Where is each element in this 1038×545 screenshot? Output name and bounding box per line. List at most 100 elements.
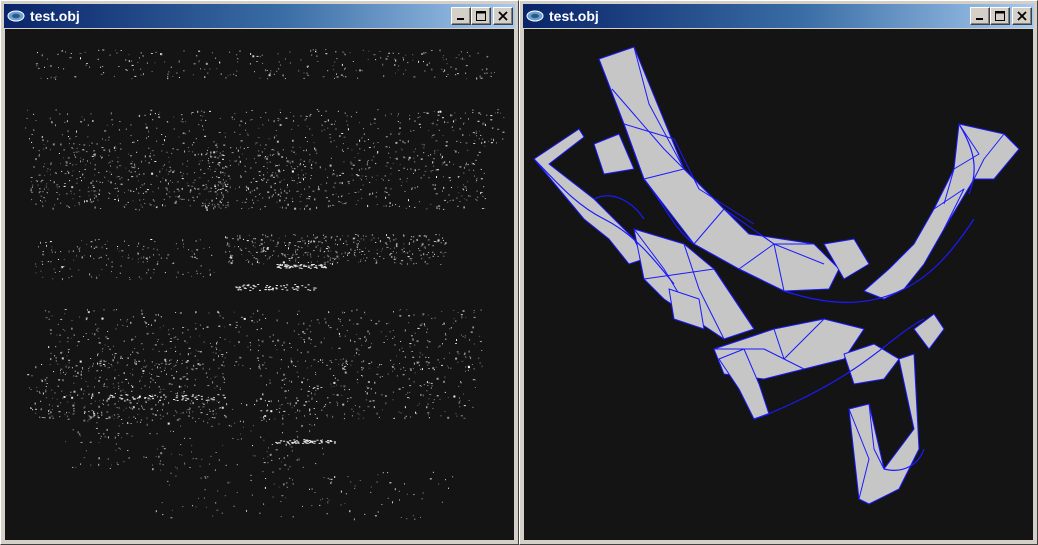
maximize-button[interactable] bbox=[471, 7, 491, 25]
point bbox=[95, 190, 97, 192]
point bbox=[69, 138, 71, 140]
point bbox=[145, 126, 148, 129]
point bbox=[214, 205, 216, 207]
point bbox=[329, 360, 332, 362]
point bbox=[439, 49, 441, 52]
point bbox=[169, 196, 171, 198]
point bbox=[318, 241, 320, 243]
point bbox=[221, 364, 223, 366]
point bbox=[67, 113, 68, 115]
point bbox=[352, 164, 355, 166]
point bbox=[218, 325, 221, 327]
point bbox=[421, 354, 423, 356]
point bbox=[426, 381, 428, 384]
point bbox=[370, 486, 372, 488]
point bbox=[324, 236, 327, 238]
point bbox=[426, 406, 428, 409]
point bbox=[149, 398, 152, 400]
point bbox=[146, 365, 148, 367]
point bbox=[209, 273, 211, 276]
right-titlebar[interactable]: test.obj bbox=[523, 4, 1034, 28]
point bbox=[258, 171, 261, 173]
point bbox=[87, 339, 89, 340]
point bbox=[56, 334, 58, 336]
minimize-button[interactable] bbox=[970, 7, 990, 25]
point bbox=[351, 415, 353, 417]
point bbox=[430, 154, 432, 156]
point bbox=[167, 78, 169, 80]
point bbox=[63, 259, 65, 261]
point bbox=[102, 49, 105, 51]
point bbox=[157, 262, 159, 265]
wireframe-viewport[interactable] bbox=[524, 29, 1033, 540]
point bbox=[409, 391, 411, 393]
point bbox=[117, 246, 119, 247]
point bbox=[151, 324, 152, 326]
point-cloud-viewport[interactable] bbox=[5, 29, 514, 540]
point bbox=[111, 415, 113, 417]
point bbox=[411, 236, 413, 238]
point bbox=[58, 194, 60, 196]
point bbox=[492, 127, 494, 129]
point bbox=[479, 341, 482, 342]
point bbox=[189, 412, 190, 414]
point bbox=[160, 371, 162, 373]
point bbox=[48, 311, 50, 313]
point bbox=[178, 418, 181, 420]
left-titlebar[interactable]: test.obj bbox=[4, 4, 515, 28]
close-button[interactable] bbox=[1012, 7, 1032, 25]
point bbox=[158, 116, 161, 118]
point bbox=[463, 166, 465, 169]
point bbox=[44, 174, 46, 176]
point bbox=[40, 195, 42, 197]
point bbox=[322, 362, 324, 364]
point bbox=[158, 401, 159, 404]
point bbox=[154, 414, 157, 416]
point bbox=[255, 258, 258, 260]
point bbox=[93, 411, 95, 413]
point bbox=[369, 181, 371, 183]
point bbox=[112, 354, 113, 356]
point bbox=[407, 397, 409, 399]
point bbox=[327, 416, 328, 418]
point bbox=[403, 156, 405, 159]
point bbox=[427, 340, 429, 342]
point bbox=[397, 121, 399, 122]
point bbox=[360, 317, 362, 319]
point bbox=[426, 254, 428, 256]
maximize-icon bbox=[995, 11, 1005, 21]
point bbox=[272, 496, 274, 498]
point bbox=[200, 169, 202, 171]
point bbox=[269, 453, 272, 456]
point bbox=[156, 206, 158, 209]
point bbox=[217, 367, 220, 369]
point bbox=[324, 318, 326, 320]
point bbox=[246, 335, 248, 337]
point bbox=[263, 503, 265, 505]
point bbox=[445, 334, 447, 336]
point bbox=[284, 264, 287, 266]
point bbox=[403, 167, 405, 169]
point bbox=[367, 387, 370, 389]
point bbox=[137, 252, 139, 255]
point bbox=[111, 266, 113, 268]
point bbox=[438, 129, 440, 131]
point bbox=[52, 207, 54, 210]
point bbox=[98, 49, 100, 51]
point bbox=[344, 503, 346, 504]
point bbox=[128, 170, 130, 172]
maximize-button[interactable] bbox=[990, 7, 1010, 25]
point bbox=[102, 66, 104, 67]
point bbox=[219, 389, 221, 390]
point bbox=[313, 250, 315, 252]
point bbox=[30, 408, 32, 409]
point bbox=[436, 176, 437, 178]
point bbox=[148, 130, 150, 133]
point bbox=[212, 397, 215, 399]
close-button[interactable] bbox=[493, 7, 513, 25]
point bbox=[484, 123, 486, 126]
minimize-button[interactable] bbox=[451, 7, 471, 25]
point bbox=[75, 375, 78, 377]
point bbox=[107, 404, 109, 406]
point bbox=[494, 112, 496, 114]
